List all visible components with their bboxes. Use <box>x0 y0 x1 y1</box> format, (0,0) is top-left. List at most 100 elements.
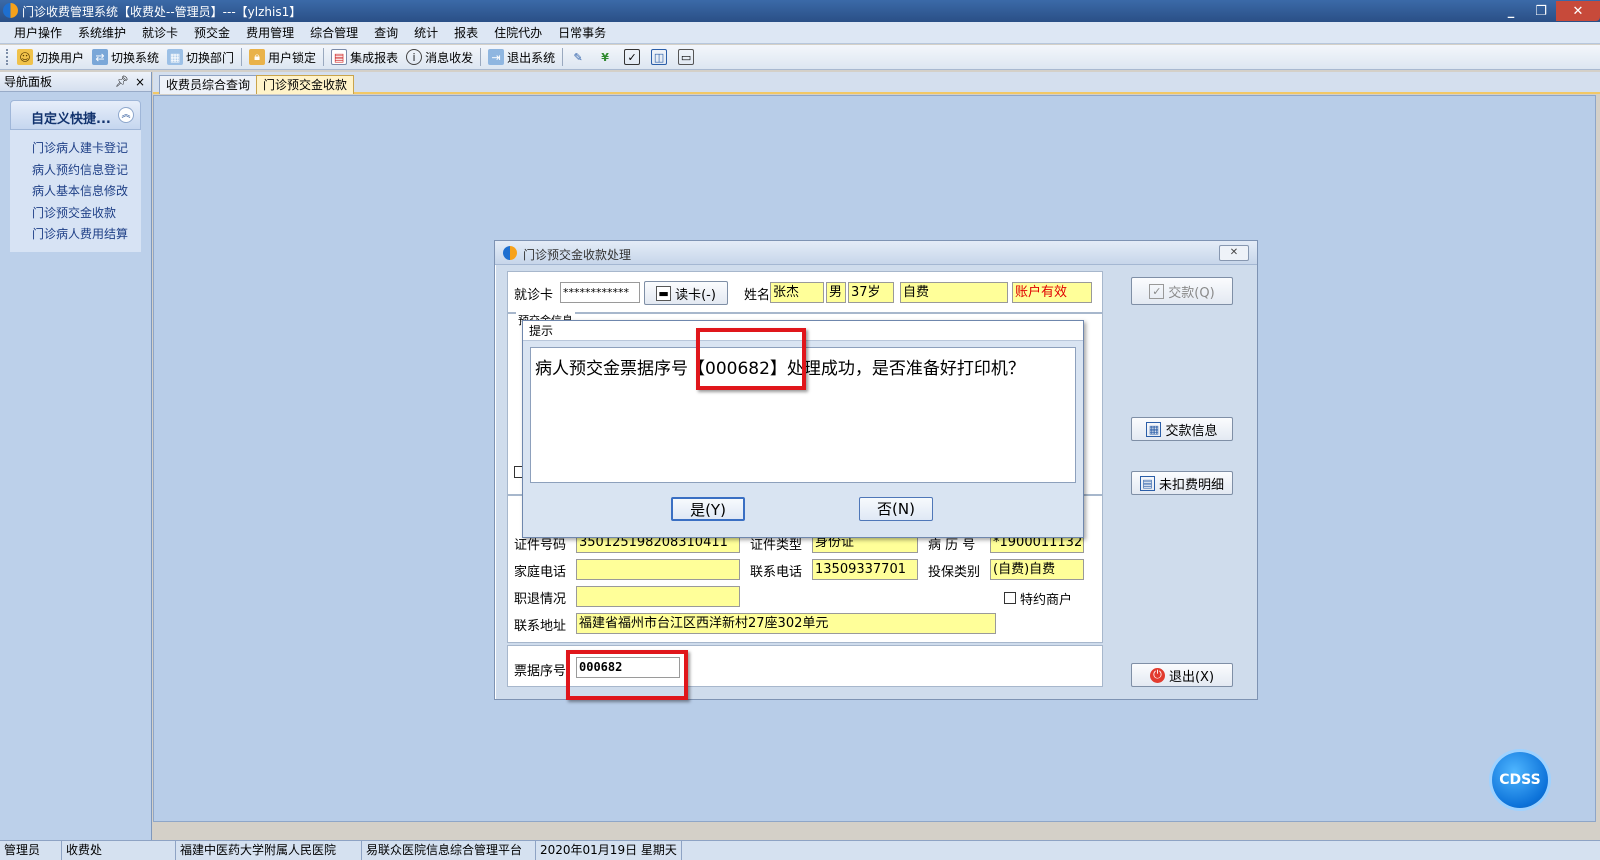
nav-item-card-registration[interactable]: 门诊病人建卡登记 <box>10 138 141 160</box>
nav-panel-header: 导航面板 📌︎ × <box>0 72 151 92</box>
address-label: 联系地址 <box>514 619 567 634</box>
menu-clinic-card[interactable]: 就诊卡 <box>134 22 186 44</box>
menu-query[interactable]: 查询 <box>366 22 406 44</box>
contact-phone-field: 13509337701 <box>812 559 918 580</box>
status-hospital: 福建中医药大学附属人民医院 <box>176 841 362 860</box>
report-icon: ▤ <box>331 49 348 65</box>
users-icon: ☺ <box>17 49 33 65</box>
user-lock-label: 用户锁定 <box>268 50 317 65</box>
collapse-up-icon[interactable]: ︽ <box>118 107 134 123</box>
insurance-type-field: (自费)自费 <box>990 559 1084 580</box>
special-merchant-checkbox[interactable] <box>1004 592 1016 604</box>
navigation-panel: 导航面板 📌︎ × 自定义快捷... ︽ 门诊病人建卡登记 病人预约信息登记 病… <box>0 72 152 842</box>
menu-statistics[interactable]: 统计 <box>406 22 446 44</box>
status-platform: 易联众医院信息综合管理平台 <box>362 841 536 860</box>
menu-fee-management[interactable]: 费用管理 <box>238 22 302 44</box>
tab-prepayment-collection[interactable]: 门诊预交金收款 <box>256 75 355 94</box>
status-bar: 管理员 收费处 福建中医药大学附属人民医院 易联众医院信息综合管理平台 2020… <box>0 840 1600 860</box>
nav-item-prepayment-collection[interactable]: 门诊预交金收款 <box>10 203 141 225</box>
window-icon: ▭ <box>678 49 695 65</box>
menu-prepayment[interactable]: 预交金 <box>186 22 238 44</box>
window-controls: _ ❐ ✕ <box>1496 0 1600 22</box>
cdss-button[interactable]: CDSS <box>1492 752 1548 808</box>
user-lock-button[interactable]: 🔒︎ 用户锁定 <box>245 47 320 68</box>
info-icon: i <box>406 49 423 65</box>
user-lock-icon: 🔒︎ <box>249 49 266 65</box>
toolbar-separator <box>323 48 325 66</box>
job-status-field <box>576 586 740 607</box>
department-icon: ▦ <box>167 49 184 65</box>
patient-header-panel: 就诊卡 ************ ▬ 读卡(-) 姓名 张杰 男 37岁 自费 … <box>507 271 1103 313</box>
nav-item-appointment[interactable]: 病人预约信息登记 <box>10 160 141 182</box>
check-tool-button[interactable]: ✓ <box>620 47 647 68</box>
power-icon: ⏻ <box>1149 667 1165 683</box>
pin-icon[interactable]: 📌︎ <box>115 72 129 92</box>
menu-user-ops[interactable]: 用户操作 <box>6 22 70 44</box>
messages-button[interactable]: i 消息收发 <box>402 47 477 68</box>
toolbar-separator <box>480 48 482 66</box>
switch-dept-button[interactable]: ▦ 切换部门 <box>163 47 238 68</box>
highlight-box-message-receipt <box>696 328 806 390</box>
money-tool-button[interactable]: ¥ <box>593 47 620 68</box>
menu-general-management[interactable]: 综合管理 <box>302 22 366 44</box>
card-label: 就诊卡 <box>514 288 554 303</box>
pay-info-button[interactable]: ▦ 交款信息 <box>1131 417 1233 441</box>
read-card-button[interactable]: ▬ 读卡(-) <box>644 281 728 305</box>
integrated-report-button[interactable]: ▤ 集成报表 <box>327 47 402 68</box>
insurance-type-label: 投保类别 <box>928 565 981 580</box>
no-button[interactable]: 否(N) <box>859 497 933 521</box>
card-reader-icon: ▬ <box>656 285 672 301</box>
minimize-icon[interactable]: _ <box>1496 1 1526 21</box>
exit-system-button[interactable]: ⇥ 退出系统 <box>484 47 559 68</box>
switch-user-button[interactable]: ☺ 切换用户 <box>13 47 88 68</box>
toolbar: ☺ 切换用户 ⇄ 切换系统 ▦ 切换部门 🔒︎ 用户锁定 ▤ 集成报表 i 消息… <box>0 45 1600 70</box>
document-icon: ▤ <box>1139 475 1155 491</box>
switch-system-label: 切换系统 <box>111 50 160 65</box>
toolbar-grip[interactable] <box>6 49 9 65</box>
pay-info-label: 交款信息 <box>1165 423 1218 439</box>
address-field: 福建省福州市台江区西洋新村27座302单元 <box>576 613 996 634</box>
status-empty <box>682 841 1600 860</box>
unpaid-detail-label: 未扣费明细 <box>1158 477 1224 493</box>
close-icon[interactable]: ✕ <box>1556 1 1600 21</box>
contact-phone-label: 联系电话 <box>750 565 803 580</box>
special-merchant-label: 特约商户 <box>1020 593 1073 608</box>
switch-system-button[interactable]: ⇄ 切换系统 <box>88 47 163 68</box>
switch-user-label: 切换用户 <box>36 50 85 65</box>
menu-system-maintenance[interactable]: 系统维护 <box>70 22 134 44</box>
shortcut-group-title: 自定义快捷... <box>31 112 111 127</box>
home-phone-label: 家庭电话 <box>514 565 567 580</box>
yes-button[interactable]: 是(Y) <box>671 497 745 521</box>
pay-type-field: 自费 <box>900 282 1008 303</box>
status-date: 2020年01月19日 星期天 <box>536 841 682 860</box>
shortcut-group-header[interactable]: 自定义快捷... ︽ <box>10 100 141 130</box>
window-tool-button[interactable]: ▭ <box>674 47 701 68</box>
menu-reports[interactable]: 报表 <box>446 22 486 44</box>
nav-item-patient-info-edit[interactable]: 病人基本信息修改 <box>10 181 141 203</box>
messages-label: 消息收发 <box>425 50 474 65</box>
menu-inpatient-agent[interactable]: 住院代办 <box>486 22 550 44</box>
book-tool-button[interactable]: ◫ <box>647 47 674 68</box>
toolbar-separator <box>562 48 564 66</box>
tab-cashier-query[interactable]: 收费员综合查询 <box>159 75 258 94</box>
card-number-field[interactable]: ************ <box>560 282 640 303</box>
gender-field: 男 <box>826 282 846 303</box>
title-bar: 门诊收费管理系统【收费处--管理员】---【ylzhis1】 _ ❐ ✕ <box>0 0 1600 22</box>
edit-tool-button[interactable]: ✎ <box>566 47 593 68</box>
checkbox-icon: ✓ <box>1149 283 1165 299</box>
edit-icon: ✎ <box>573 50 583 64</box>
pay-button[interactable]: ✓ 交款(Q) <box>1131 277 1233 305</box>
status-user: 管理员 <box>0 841 62 860</box>
exit-button[interactable]: ⏻ 退出(X) <box>1131 663 1233 687</box>
dialog-close-icon[interactable]: ✕ <box>1219 245 1249 261</box>
name-field: 张杰 <box>770 282 824 303</box>
nav-item-fee-settlement[interactable]: 门诊病人费用结算 <box>10 224 141 246</box>
age-field: 37岁 <box>848 282 894 303</box>
account-status-field: 账户有效 <box>1012 282 1092 303</box>
dialog-title-bar: 门诊预交金收款处理 ✕ <box>495 241 1257 265</box>
calculator-icon: ▦ <box>1146 421 1162 437</box>
restore-icon[interactable]: ❐ <box>1526 1 1556 21</box>
unpaid-detail-button[interactable]: ▤ 未扣费明细 <box>1131 471 1233 495</box>
menu-daily-affairs[interactable]: 日常事务 <box>550 22 614 44</box>
nav-close-icon[interactable]: × <box>135 72 145 92</box>
